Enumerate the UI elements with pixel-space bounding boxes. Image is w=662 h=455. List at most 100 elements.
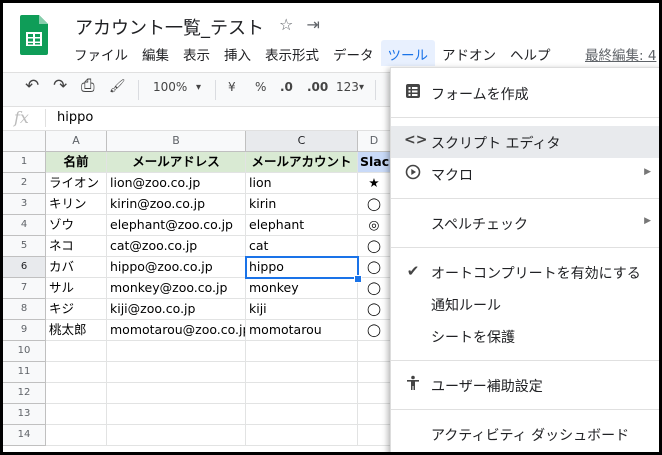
table-cell[interactable] (358, 404, 391, 425)
menu-item-spellcheck[interactable]: スペルチェック ▶ (391, 207, 659, 239)
table-cell[interactable]: kiji@zoo.co.jp (107, 299, 246, 320)
table-cell[interactable] (107, 404, 246, 425)
menu-addons[interactable]: アドオン (435, 40, 503, 66)
table-cell[interactable] (46, 362, 107, 383)
formula-input[interactable]: hippo (57, 110, 93, 125)
column-header-c[interactable]: C (246, 131, 358, 152)
sheets-logo-icon[interactable] (20, 15, 48, 55)
row-header[interactable]: 11 (3, 362, 46, 383)
menu-insert[interactable]: 挿入 (217, 40, 258, 66)
menu-tools[interactable]: ツール (380, 40, 435, 66)
row-header[interactable]: 10 (3, 341, 46, 362)
row-header[interactable]: 12 (3, 383, 46, 404)
select-all-corner[interactable] (3, 131, 46, 152)
table-cell[interactable] (107, 425, 246, 446)
table-cell[interactable] (46, 383, 107, 404)
paint-format-icon[interactable]: 🖌 (109, 79, 126, 94)
column-header-a[interactable]: A (46, 131, 107, 152)
menu-edit[interactable]: 編集 (135, 40, 176, 66)
menu-file[interactable]: ファイル (67, 40, 135, 66)
document-title[interactable]: アカウント一覧_テスト (75, 14, 264, 40)
table-cell[interactable]: ◯ (358, 299, 391, 320)
more-formats-caret-icon[interactable]: ▾ (359, 82, 364, 93)
menu-item-activity-dashboard[interactable]: アクティビティ ダッシュボード (391, 418, 659, 450)
header-cell-name[interactable]: 名前 (46, 152, 107, 173)
zoom-caret-icon[interactable]: ▾ (196, 82, 201, 93)
table-cell[interactable]: ネコ (46, 236, 107, 257)
table-cell[interactable]: ◯ (358, 278, 391, 299)
table-cell[interactable]: ◯ (358, 320, 391, 341)
table-cell[interactable]: kirin (246, 194, 358, 215)
menu-item-notification-rules[interactable]: 通知ルール (391, 288, 659, 320)
table-cell[interactable]: lion@zoo.co.jp (107, 173, 246, 194)
more-formats-button[interactable]: 123 (336, 80, 359, 94)
decrease-decimal-button[interactable]: .0 (280, 80, 293, 94)
table-cell[interactable]: ライオン (46, 173, 107, 194)
table-cell[interactable]: キジ (46, 299, 107, 320)
star-icon[interactable]: ☆ (279, 15, 293, 34)
table-cell[interactable]: momotarou (246, 320, 358, 341)
table-cell[interactable] (46, 341, 107, 362)
table-cell[interactable]: ◯ (358, 257, 391, 278)
menu-help[interactable]: ヘルプ (503, 40, 558, 66)
menu-item-protect-sheet[interactable]: シートを保護 (391, 320, 659, 352)
zoom-select[interactable]: 100% (153, 80, 187, 94)
table-cell[interactable] (246, 404, 358, 425)
percent-button[interactable]: % (255, 80, 266, 94)
row-header[interactable]: 4 (3, 215, 46, 236)
header-cell-slack[interactable]: Slack (358, 152, 391, 173)
header-cell-account[interactable]: メールアカウント (246, 152, 358, 173)
table-cell[interactable] (358, 425, 391, 446)
table-cell[interactable]: elephant (246, 215, 358, 236)
table-cell[interactable]: ◯ (358, 236, 391, 257)
table-cell[interactable]: サル (46, 278, 107, 299)
fill-handle[interactable] (354, 275, 362, 283)
row-header[interactable]: 2 (3, 173, 46, 194)
menu-view[interactable]: 表示 (176, 40, 217, 66)
row-header[interactable]: 5 (3, 236, 46, 257)
table-cell[interactable] (246, 341, 358, 362)
table-cell[interactable]: lion (246, 173, 358, 194)
row-header[interactable]: 7 (3, 278, 46, 299)
row-header[interactable]: 13 (3, 404, 46, 425)
menu-item-create-form[interactable]: フォームを作成 (391, 77, 659, 109)
table-cell[interactable] (46, 425, 107, 446)
currency-button[interactable]: ¥ (228, 80, 236, 94)
table-cell[interactable]: hippo@zoo.co.jp (107, 257, 246, 278)
table-cell[interactable]: elephant@zoo.co.jp (107, 215, 246, 236)
menu-format[interactable]: 表示形式 (258, 40, 326, 66)
menu-item-autocomplete[interactable]: ✔ オートコンプリートを有効にする (391, 256, 659, 288)
table-cell[interactable] (107, 362, 246, 383)
table-cell[interactable] (246, 383, 358, 404)
table-cell[interactable] (358, 383, 391, 404)
table-cell[interactable] (246, 425, 358, 446)
row-header[interactable]: 6 (3, 257, 46, 278)
table-cell[interactable]: momotarou@zoo.co.jp (107, 320, 246, 341)
table-cell[interactable]: ★ (358, 173, 391, 194)
menu-item-accessibility[interactable]: ユーザー補助設定 (391, 369, 659, 401)
table-cell[interactable]: monkey (246, 278, 358, 299)
table-cell[interactable] (358, 362, 391, 383)
last-edit-link[interactable]: 最終編集: 4 (585, 44, 656, 64)
table-cell[interactable]: 桃太郎 (46, 320, 107, 341)
table-cell[interactable]: ◎ (358, 215, 391, 236)
table-cell[interactable]: cat (246, 236, 358, 257)
table-cell[interactable]: monkey@zoo.co.jp (107, 278, 246, 299)
row-header[interactable]: 8 (3, 299, 46, 320)
menu-item-script-editor[interactable]: <> スクリプト エディタ (391, 126, 659, 158)
table-cell[interactable] (246, 362, 358, 383)
table-cell[interactable] (358, 341, 391, 362)
row-header[interactable]: 9 (3, 320, 46, 341)
row-header[interactable]: 3 (3, 194, 46, 215)
row-header[interactable]: 1 (3, 152, 46, 173)
column-header-b[interactable]: B (107, 131, 246, 152)
increase-decimal-button[interactable]: .00 (307, 80, 328, 94)
menu-data[interactable]: データ (326, 40, 381, 66)
table-cell[interactable]: kiji (246, 299, 358, 320)
menu-item-macros[interactable]: マクロ ▶ (391, 158, 659, 190)
table-cell[interactable]: ゾウ (46, 215, 107, 236)
print-icon[interactable]: ⎙ (81, 76, 95, 96)
table-cell[interactable]: キリン (46, 194, 107, 215)
table-cell[interactable]: kirin@zoo.co.jp (107, 194, 246, 215)
row-header[interactable]: 14 (3, 425, 46, 446)
